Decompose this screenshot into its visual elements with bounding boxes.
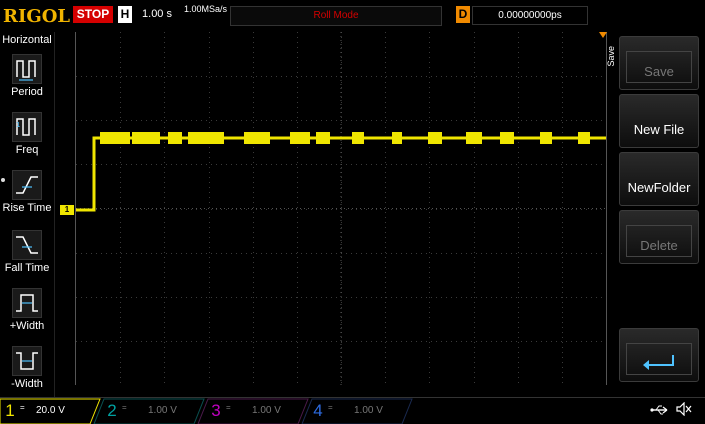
measure-plus-width-button[interactable]: +Width (0, 288, 54, 346)
trace-noise-burst (392, 132, 402, 144)
usb-icon (650, 404, 670, 419)
new-folder-button[interactable]: NewFolder (619, 152, 699, 206)
channel-2-coupling-icon: = (122, 403, 127, 412)
brand-logo: RIGOL (3, 6, 71, 27)
freq-label: Freq (15, 144, 39, 156)
ch1-offset-marker[interactable]: 1 (60, 205, 74, 215)
new-file-button-label: New File (633, 121, 685, 137)
plus-width-icon (12, 288, 42, 318)
save-button[interactable]: Save (619, 36, 699, 90)
top-status-bar: RIGOL STOP H 1.00 s 1.00MSa/s Roll Mode … (0, 0, 705, 32)
channel-4-number: 4 (313, 401, 323, 420)
save-button-label: Save (644, 63, 674, 79)
trace-noise-burst (168, 132, 182, 144)
channel-4-coupling-icon: = (328, 403, 333, 412)
minus-width-icon (12, 346, 42, 376)
freq-icon: 1 (12, 112, 42, 142)
sample-rate: 1.00MSa/s (184, 4, 228, 14)
channel-1-scale: 20.0 V (36, 405, 65, 416)
delay-value[interactable]: 0.00000000ps (472, 6, 588, 25)
enter-button[interactable] (619, 328, 699, 382)
trace-noise-burst (188, 132, 224, 144)
plus-width-label: +Width (9, 320, 45, 332)
trace-noise-burst (500, 132, 514, 144)
channel-2-scale: 1.00 V (148, 405, 177, 416)
fall-time-icon (12, 230, 42, 260)
trace-noise-burst (352, 132, 364, 144)
delay-label: D (456, 6, 470, 23)
new-file-button[interactable]: New File (619, 94, 699, 148)
new-folder-button-label: NewFolder (627, 179, 691, 195)
trace-noise-burst (578, 132, 590, 144)
fall-time-label: Fall Time (4, 262, 50, 274)
menu-title: Horizontal (2, 34, 52, 46)
channel-4-scale: 1.00 V (354, 405, 383, 416)
minus-width-label: -Width (11, 378, 43, 390)
trace-noise-burst (132, 132, 160, 144)
channel-3-coupling-icon: = (226, 403, 231, 412)
trace-noise-burst (466, 132, 482, 144)
mode-indicator: Roll Mode (230, 6, 442, 26)
mode-text: Roll Mode (313, 10, 359, 21)
timebase-label: H (118, 6, 132, 23)
delete-button-label: Delete (640, 237, 678, 253)
run-stop-status[interactable]: STOP (73, 6, 113, 23)
save-menu-title: Save (606, 46, 616, 67)
measure-period-button[interactable]: Period (0, 54, 54, 112)
trace-noise-burst (540, 132, 552, 144)
svg-text:1: 1 (16, 121, 20, 129)
period-icon (12, 54, 42, 84)
measure-freq-button[interactable]: 1 Freq (0, 112, 54, 170)
channel-1-coupling-icon: = (20, 403, 25, 412)
measure-minus-width-button[interactable]: -Width (0, 346, 54, 404)
enter-icon (620, 337, 698, 389)
waveform-svg (76, 32, 606, 385)
trace-noise-burst (428, 132, 442, 144)
trace-noise-burst (290, 132, 310, 144)
save-menu: Save Save New File NewFolder Delete (606, 32, 705, 397)
horizontal-measure-menu: Horizontal Period 1 Freq Rise Time Fall … (0, 32, 55, 397)
channel-status-bar: 1 = 20.0 V 2 = 1.00 V 3 = 1.00 V 4 = 1.0… (0, 397, 705, 424)
selection-dot (1, 178, 5, 182)
channel-3-scale: 1.00 V (252, 405, 281, 416)
waveform-display[interactable] (75, 32, 607, 385)
delete-button[interactable]: Delete (619, 210, 699, 264)
trigger-position-marker[interactable] (599, 32, 607, 38)
measure-fall-time-button[interactable]: Fall Time (0, 230, 54, 288)
trace-noise-burst (100, 132, 130, 144)
period-label: Period (11, 86, 43, 98)
rise-time-label: Rise Time (2, 202, 52, 214)
timebase-value[interactable]: 1.00 s (134, 6, 180, 23)
measure-rise-time-button[interactable]: Rise Time (0, 170, 54, 228)
channel-2-number: 2 (107, 401, 117, 420)
trace-noise-burst (244, 132, 270, 144)
rise-time-icon (12, 170, 42, 200)
channel-3-number: 3 (211, 401, 221, 420)
trace-noise-burst (316, 132, 330, 144)
channel-1-number: 1 (5, 401, 15, 420)
speaker-muted-icon[interactable] (676, 401, 692, 419)
